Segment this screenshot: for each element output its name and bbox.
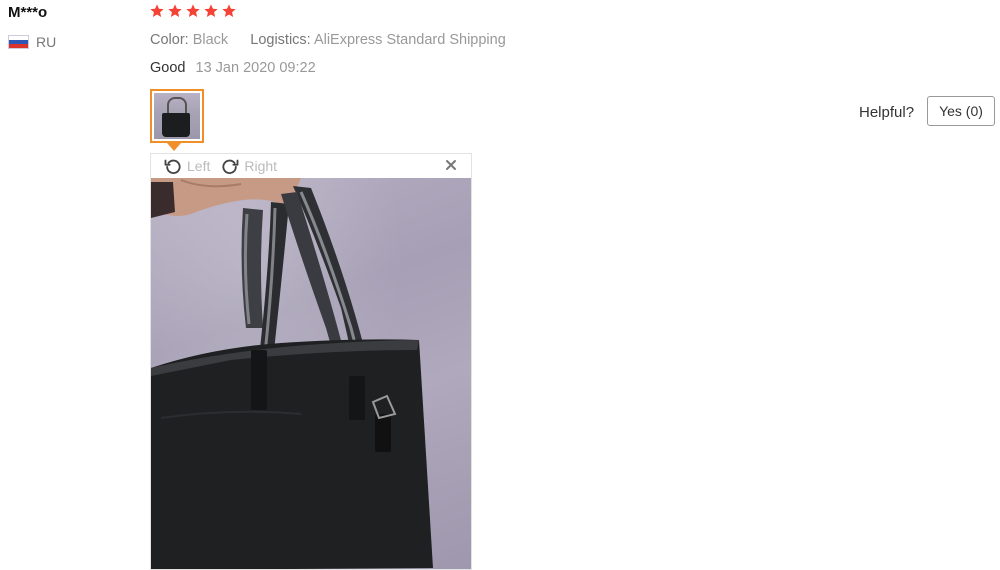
star-icon [167,3,183,19]
review-text: Good [150,60,186,76]
review-photo-thumbnail[interactable] [150,89,204,143]
rotate-left-label: Left [187,158,211,174]
star-icon [185,3,201,19]
rotate-right-label: Right [244,158,278,174]
rotate-right-button[interactable]: Right [220,156,277,176]
reviewer-name: M***o [8,4,48,21]
close-icon [443,157,459,173]
rotate-left-button[interactable]: Left [163,156,210,176]
helpful-yes-button[interactable]: Yes (0) [927,96,995,126]
star-rating [149,3,237,19]
thumbnail-pointer [167,143,181,151]
viewer-toolbar: Left Right [151,154,471,178]
star-icon [149,3,165,19]
rotate-left-icon [163,156,183,176]
star-icon [221,3,237,19]
review-body: Good 13 Jan 2020 09:22 [150,60,316,76]
thumbnail-image [154,93,200,139]
star-icon [203,3,219,19]
review-photo [151,178,471,569]
photo-viewer: Left Right [150,153,472,570]
country-code: RU [36,34,57,50]
order-attributes: Color: Black Logistics: AliExpress Stand… [150,32,506,48]
color-value: Black [192,32,229,48]
helpful-question: Helpful? [859,104,915,121]
logistics-label: Logistics: [250,32,311,48]
close-viewer-button[interactable] [443,157,459,173]
logistics-value: AliExpress Standard Shipping [313,32,506,48]
review-date: 13 Jan 2020 09:22 [195,60,316,76]
color-label: Color: [150,32,189,48]
reviewer-country: RU [8,34,56,50]
rotate-right-icon [220,156,240,176]
russia-flag-icon [8,35,29,49]
